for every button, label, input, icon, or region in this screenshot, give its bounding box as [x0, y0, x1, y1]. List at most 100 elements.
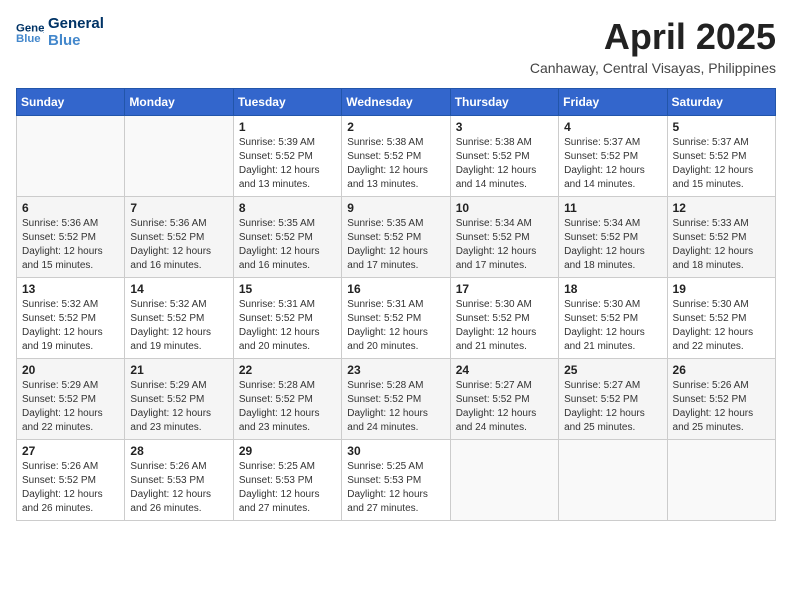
day-info: Sunrise: 5:38 AM Sunset: 5:52 PM Dayligh…	[456, 136, 553, 192]
calendar-cell: 12 Sunrise: 5:33 AM Sunset: 5:52 PM Dayli…	[667, 197, 775, 278]
svg-text:Blue: Blue	[16, 32, 41, 44]
weekday-header-thursday: Thursday	[450, 89, 558, 116]
day-info: Sunrise: 5:25 AM Sunset: 5:53 PM Dayligh…	[347, 460, 444, 516]
weekday-header-wednesday: Wednesday	[342, 89, 450, 116]
calendar-cell: 4 Sunrise: 5:37 AM Sunset: 5:52 PM Daylig…	[559, 116, 667, 197]
calendar-cell: 20 Sunrise: 5:29 AM Sunset: 5:52 PM Dayli…	[17, 359, 125, 440]
day-number: 12	[673, 201, 770, 215]
day-number: 13	[22, 282, 119, 296]
day-info: Sunrise: 5:28 AM Sunset: 5:52 PM Dayligh…	[347, 379, 444, 435]
calendar-cell	[667, 440, 775, 521]
calendar-cell: 9 Sunrise: 5:35 AM Sunset: 5:52 PM Daylig…	[342, 197, 450, 278]
weekday-header-sunday: Sunday	[17, 89, 125, 116]
day-info: Sunrise: 5:37 AM Sunset: 5:52 PM Dayligh…	[673, 136, 770, 192]
day-number: 1	[239, 120, 336, 134]
day-number: 28	[130, 444, 227, 458]
calendar-cell: 22 Sunrise: 5:28 AM Sunset: 5:52 PM Dayli…	[233, 359, 341, 440]
day-number: 6	[22, 201, 119, 215]
day-number: 17	[456, 282, 553, 296]
calendar-cell: 18Sunrise: 5:30 AM Sunset: 5:52 PM Dayli…	[559, 278, 667, 359]
calendar-cell: 28Sunrise: 5:26 AM Sunset: 5:53 PM Dayli…	[125, 440, 233, 521]
day-info: Sunrise: 5:35 AM Sunset: 5:52 PM Dayligh…	[239, 217, 336, 273]
day-number: 24	[456, 363, 553, 377]
day-info: Sunrise: 5:25 AM Sunset: 5:53 PM Dayligh…	[239, 460, 336, 516]
calendar-cell: 30 Sunrise: 5:25 AM Sunset: 5:53 PM Dayli…	[342, 440, 450, 521]
weekday-header-tuesday: Tuesday	[233, 89, 341, 116]
calendar-cell: 10Sunrise: 5:34 AM Sunset: 5:52 PM Dayli…	[450, 197, 558, 278]
day-number: 9	[347, 201, 444, 215]
week-row-4: 20 Sunrise: 5:29 AM Sunset: 5:52 PM Dayli…	[17, 359, 776, 440]
calendar-cell: 5 Sunrise: 5:37 AM Sunset: 5:52 PM Daylig…	[667, 116, 775, 197]
calendar-cell	[125, 116, 233, 197]
day-info: Sunrise: 5:33 AM Sunset: 5:52 PM Dayligh…	[673, 217, 770, 273]
day-info: Sunrise: 5:36 AM Sunset: 5:52 PM Dayligh…	[22, 217, 119, 273]
day-info: Sunrise: 5:31 AM Sunset: 5:52 PM Dayligh…	[239, 298, 336, 354]
calendar-cell: 3 Sunrise: 5:38 AM Sunset: 5:52 PM Daylig…	[450, 116, 558, 197]
calendar-cell: 17 Sunrise: 5:30 AM Sunset: 5:52 PM Dayli…	[450, 278, 558, 359]
month-year: April 2025	[530, 16, 776, 58]
day-info: Sunrise: 5:26 AM Sunset: 5:52 PM Dayligh…	[673, 379, 770, 435]
day-number: 5	[673, 120, 770, 134]
day-number: 21	[130, 363, 227, 377]
logo-line1: General	[48, 16, 104, 33]
week-row-5: 27 Sunrise: 5:26 AM Sunset: 5:52 PM Dayli…	[17, 440, 776, 521]
day-number: 7	[130, 201, 227, 215]
day-info: Sunrise: 5:26 AM Sunset: 5:52 PM Dayligh…	[22, 460, 119, 516]
calendar-cell: 21 Sunrise: 5:29 AM Sunset: 5:52 PM Dayli…	[125, 359, 233, 440]
calendar-header-row: SundayMondayTuesdayWednesdayThursdayFrid…	[17, 89, 776, 116]
calendar-cell	[559, 440, 667, 521]
day-number: 29	[239, 444, 336, 458]
week-row-1: 1 Sunrise: 5:39 AM Sunset: 5:52 PM Daylig…	[17, 116, 776, 197]
day-number: 4	[564, 120, 661, 134]
day-number: 20	[22, 363, 119, 377]
calendar-cell	[450, 440, 558, 521]
day-number: 15	[239, 282, 336, 296]
day-info: Sunrise: 5:36 AM Sunset: 5:52 PM Dayligh…	[130, 217, 227, 273]
logo-line2: Blue	[48, 33, 104, 50]
day-number: 16	[347, 282, 444, 296]
calendar-table: SundayMondayTuesdayWednesdayThursdayFrid…	[16, 88, 776, 521]
week-row-2: 6 Sunrise: 5:36 AM Sunset: 5:52 PM Daylig…	[17, 197, 776, 278]
calendar-cell: 25 Sunrise: 5:27 AM Sunset: 5:52 PM Dayli…	[559, 359, 667, 440]
calendar-cell: 6 Sunrise: 5:36 AM Sunset: 5:52 PM Daylig…	[17, 197, 125, 278]
day-number: 10	[456, 201, 553, 215]
day-number: 11	[564, 201, 661, 215]
day-info: Sunrise: 5:29 AM Sunset: 5:52 PM Dayligh…	[22, 379, 119, 435]
day-info: Sunrise: 5:30 AM Sunset: 5:52 PM Dayligh…	[564, 298, 661, 354]
day-info: Sunrise: 5:35 AM Sunset: 5:52 PM Dayligh…	[347, 217, 444, 273]
day-info: Sunrise: 5:32 AM Sunset: 5:52 PM Dayligh…	[22, 298, 119, 354]
day-info: Sunrise: 5:30 AM Sunset: 5:52 PM Dayligh…	[673, 298, 770, 354]
weekday-header-monday: Monday	[125, 89, 233, 116]
day-number: 3	[456, 120, 553, 134]
calendar-cell: 27 Sunrise: 5:26 AM Sunset: 5:52 PM Dayli…	[17, 440, 125, 521]
calendar-cell: 29 Sunrise: 5:25 AM Sunset: 5:53 PM Dayli…	[233, 440, 341, 521]
calendar-cell: 14Sunrise: 5:32 AM Sunset: 5:52 PM Dayli…	[125, 278, 233, 359]
day-number: 27	[22, 444, 119, 458]
day-number: 2	[347, 120, 444, 134]
day-info: Sunrise: 5:27 AM Sunset: 5:52 PM Dayligh…	[564, 379, 661, 435]
calendar-cell: 7 Sunrise: 5:36 AM Sunset: 5:52 PM Daylig…	[125, 197, 233, 278]
day-number: 30	[347, 444, 444, 458]
day-info: Sunrise: 5:28 AM Sunset: 5:52 PM Dayligh…	[239, 379, 336, 435]
calendar-cell: 24Sunrise: 5:27 AM Sunset: 5:52 PM Dayli…	[450, 359, 558, 440]
calendar-cell: 8Sunrise: 5:35 AM Sunset: 5:52 PM Daylig…	[233, 197, 341, 278]
day-number: 22	[239, 363, 336, 377]
calendar-cell	[17, 116, 125, 197]
day-info: Sunrise: 5:38 AM Sunset: 5:52 PM Dayligh…	[347, 136, 444, 192]
day-info: Sunrise: 5:39 AM Sunset: 5:52 PM Dayligh…	[239, 136, 336, 192]
location: Canhaway, Central Visayas, Philippines	[530, 60, 776, 76]
day-info: Sunrise: 5:37 AM Sunset: 5:52 PM Dayligh…	[564, 136, 661, 192]
page-header: General Blue General Blue April 2025 Can…	[16, 16, 776, 76]
calendar-cell: 11 Sunrise: 5:34 AM Sunset: 5:52 PM Dayli…	[559, 197, 667, 278]
calendar-cell: 2 Sunrise: 5:38 AM Sunset: 5:52 PM Daylig…	[342, 116, 450, 197]
calendar-cell: 16Sunrise: 5:31 AM Sunset: 5:52 PM Dayli…	[342, 278, 450, 359]
day-number: 23	[347, 363, 444, 377]
day-info: Sunrise: 5:30 AM Sunset: 5:52 PM Dayligh…	[456, 298, 553, 354]
calendar-cell: 13 Sunrise: 5:32 AM Sunset: 5:52 PM Dayli…	[17, 278, 125, 359]
day-number: 26	[673, 363, 770, 377]
day-info: Sunrise: 5:29 AM Sunset: 5:52 PM Dayligh…	[130, 379, 227, 435]
day-number: 25	[564, 363, 661, 377]
calendar-cell: 26 Sunrise: 5:26 AM Sunset: 5:52 PM Dayli…	[667, 359, 775, 440]
day-info: Sunrise: 5:34 AM Sunset: 5:52 PM Dayligh…	[564, 217, 661, 273]
logo-icon: General Blue	[16, 19, 44, 47]
